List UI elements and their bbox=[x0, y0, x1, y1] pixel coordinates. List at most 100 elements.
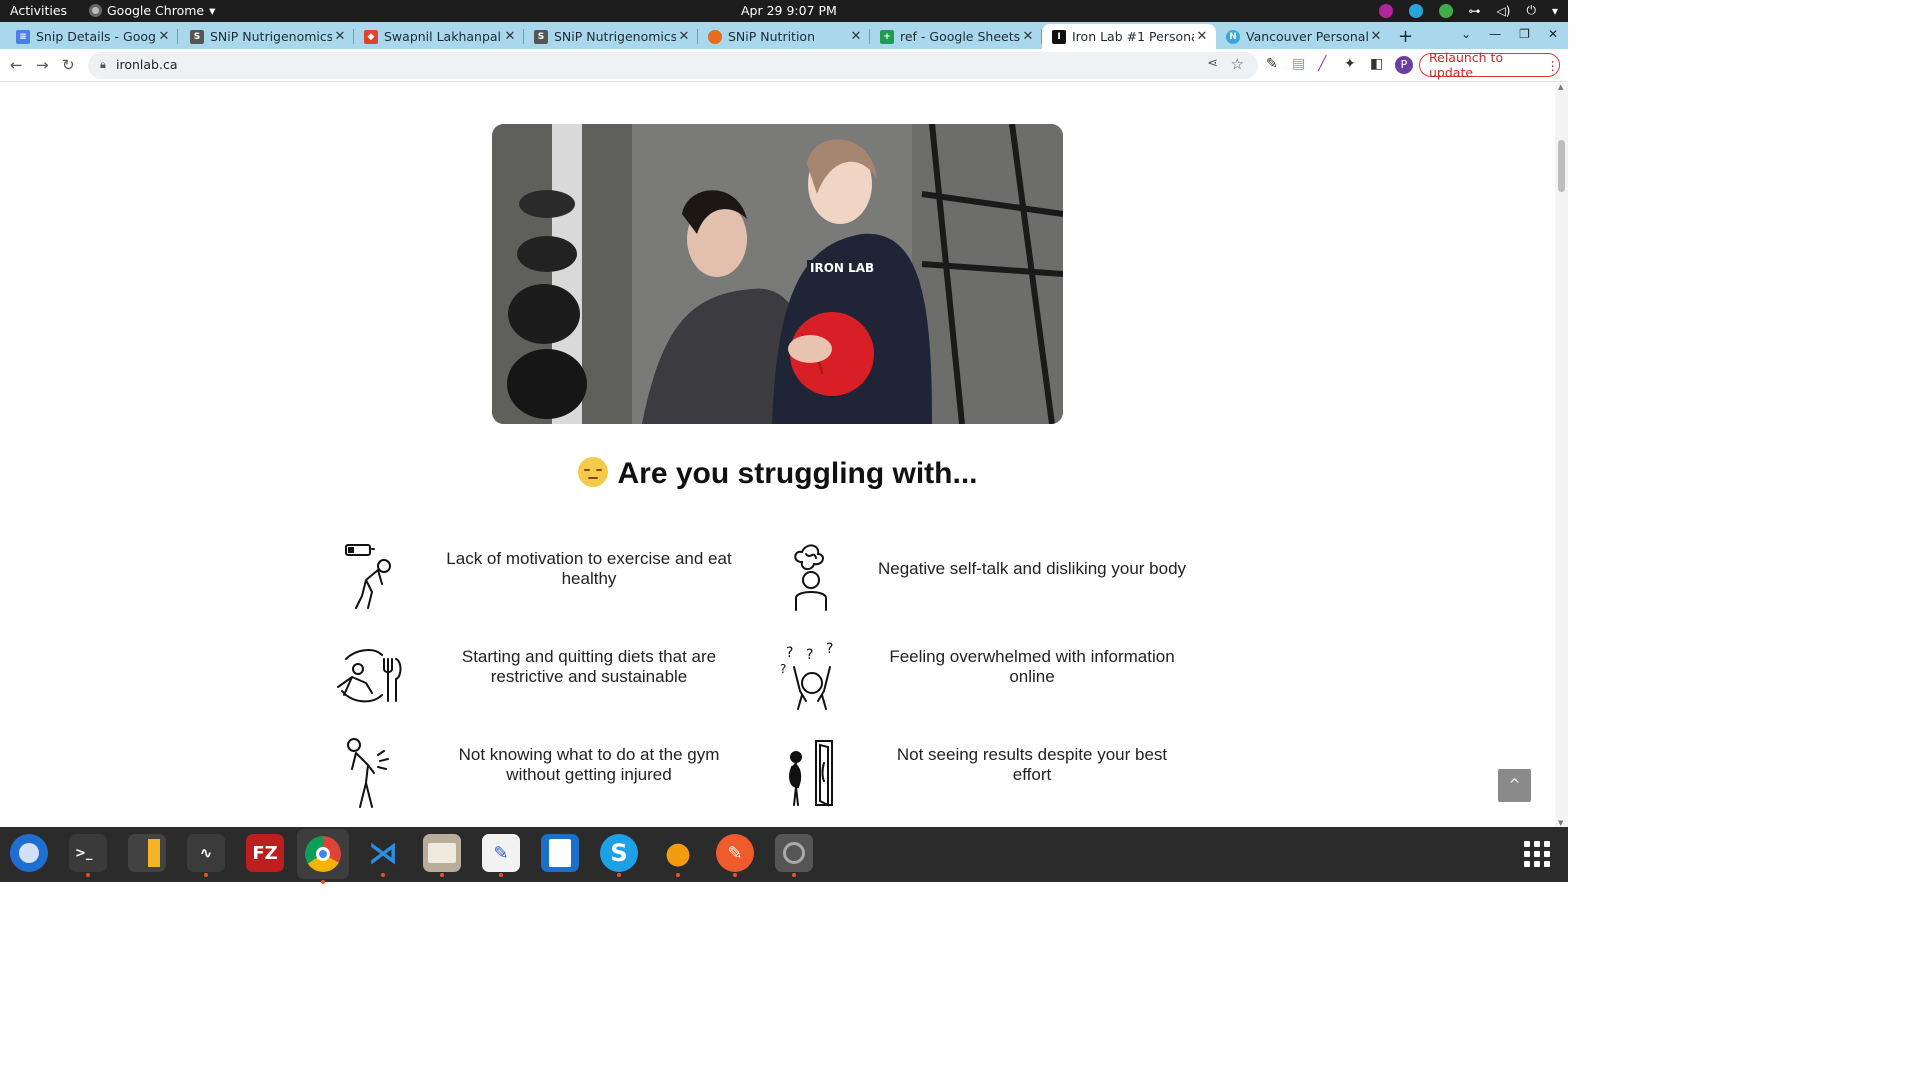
close-window-icon[interactable]: ✕ bbox=[1548, 27, 1558, 41]
power-icon[interactable]: ⏻ bbox=[1526, 3, 1536, 18]
bookmark-star-icon[interactable]: ☆ bbox=[1231, 55, 1244, 73]
address-bar[interactable]: 🔒︎ ironlab.ca ⋖ ☆ bbox=[88, 52, 1258, 79]
caret-down-icon: ▾ bbox=[209, 3, 216, 18]
tab-title: Snip Details - Google bbox=[36, 29, 156, 44]
tray-app-icon[interactable] bbox=[1378, 3, 1393, 18]
tab-title: ref - Google Sheets bbox=[900, 29, 1020, 44]
confused-person-icon: ? ? ? ? bbox=[780, 641, 833, 710]
back-icon[interactable]: ← bbox=[10, 56, 23, 74]
reload-icon[interactable]: ↻ bbox=[62, 56, 75, 74]
svg-text:?: ? bbox=[806, 647, 813, 663]
network-icon[interactable]: ⊶ bbox=[1469, 4, 1481, 18]
share-icon[interactable]: ⋖ bbox=[1207, 56, 1218, 71]
eyedropper-extension-icon[interactable]: ✎ bbox=[1266, 56, 1278, 72]
tab-vancouver[interactable]: N Vancouver Personal T ✕ bbox=[1216, 24, 1390, 49]
side-panel-icon[interactable]: ◧ bbox=[1370, 56, 1383, 72]
scrollbar-thumb[interactable] bbox=[1558, 140, 1565, 192]
tab-iron-lab[interactable]: I Iron Lab #1 Personal ✕ bbox=[1042, 24, 1216, 49]
close-icon[interactable]: ✕ bbox=[332, 29, 348, 44]
tray-sync-icon[interactable] bbox=[1408, 3, 1423, 18]
tangled-thoughts-icon bbox=[794, 544, 827, 611]
diet-cycle-icon bbox=[337, 649, 402, 703]
low-battery-person-icon bbox=[345, 544, 391, 609]
tab-gitlab[interactable]: ◆ Swapnil Lakhanpal / S ✕ bbox=[354, 24, 524, 49]
tab-google-sheets[interactable]: + ref - Google Sheets ✕ bbox=[870, 24, 1042, 49]
close-icon[interactable]: ✕ bbox=[1368, 29, 1384, 44]
tab-snip-nutrition[interactable]: SNiP Nutrition ✕ bbox=[698, 24, 870, 49]
new-tab-button[interactable]: + bbox=[1398, 26, 1413, 47]
gitlab-icon: ◆ bbox=[364, 29, 378, 44]
tab-title: SNiP Nutrition bbox=[728, 29, 815, 44]
clock[interactable]: Apr 29 9:07 PM bbox=[741, 3, 837, 18]
app-menu[interactable]: Google Chrome ▾ bbox=[89, 3, 215, 18]
restore-icon[interactable]: ❐ bbox=[1519, 27, 1530, 41]
terminal-icon[interactable]: >_ bbox=[69, 834, 107, 877]
tray-caret-icon[interactable]: ▾ bbox=[1552, 4, 1558, 18]
snip-nutrition-icon bbox=[708, 29, 722, 44]
show-applications-icon[interactable] bbox=[1524, 841, 1550, 867]
tab-title: Swapnil Lakhanpal / S bbox=[384, 29, 502, 44]
issue-text: Lack of motivation to exercise and eat h… bbox=[446, 549, 732, 588]
orange-app-icon[interactable]: ● bbox=[659, 834, 697, 877]
scroll-up-icon[interactable]: ▲ bbox=[1558, 83, 1563, 91]
profile-avatar[interactable]: P bbox=[1395, 56, 1413, 74]
pensive-face-icon bbox=[577, 457, 608, 487]
back-to-top-button[interactable]: ^ bbox=[1498, 769, 1531, 802]
heading-text: Are you struggling with... bbox=[617, 457, 978, 490]
close-icon[interactable]: ✕ bbox=[1194, 29, 1210, 44]
files-icon[interactable] bbox=[423, 834, 461, 877]
tab-snip-nutrigenomics-1[interactable]: S SNiP Nutrigenomics A ✕ bbox=[178, 24, 354, 49]
lock-icon[interactable]: 🔒︎ bbox=[100, 58, 106, 72]
snip-icon: S bbox=[190, 29, 204, 44]
tab-search-icon[interactable]: ⌄ bbox=[1461, 27, 1471, 41]
vscode-icon[interactable]: ⋊ bbox=[364, 834, 402, 877]
skype-icon[interactable]: S bbox=[600, 834, 638, 877]
issue-text: Negative self-talk and disliking your bo… bbox=[877, 559, 1187, 578]
scroll-down-icon[interactable]: ▼ bbox=[1558, 819, 1563, 827]
tab-title: Vancouver Personal T bbox=[1246, 29, 1368, 44]
close-icon[interactable]: ✕ bbox=[676, 29, 692, 44]
relaunch-label: Relaunch to update bbox=[1429, 50, 1504, 80]
ironlab-icon: I bbox=[1052, 29, 1066, 44]
close-icon[interactable]: ✕ bbox=[502, 29, 518, 44]
taskbar-dock: >_ ∿ FZ ⋊ ✎ S ● ✎ bbox=[0, 827, 1568, 884]
forward-icon[interactable]: → bbox=[36, 56, 49, 74]
window-controls: ⌄ — ❐ ✕ bbox=[1461, 27, 1558, 41]
minimize-icon[interactable]: — bbox=[1489, 27, 1501, 41]
text-editor-icon[interactable]: ✎ bbox=[482, 834, 520, 877]
relaunch-button[interactable]: Relaunch to update ⋮ bbox=[1419, 50, 1560, 80]
struggling-heading: Are you struggling with... bbox=[0, 457, 1555, 491]
disk-app-icon[interactable] bbox=[775, 834, 813, 877]
system-monitor-icon[interactable]: ∿ bbox=[187, 834, 225, 877]
url-text[interactable]: ironlab.ca bbox=[116, 57, 177, 72]
system-top-bar: Activities Google Chrome ▾ Apr 29 9:07 P… bbox=[0, 0, 1568, 22]
pen-extension-icon[interactable]: ╱ bbox=[1318, 56, 1326, 72]
page-scrollbar[interactable]: ▲ ▼ bbox=[1555, 83, 1568, 827]
tab-snip-nutrigenomics-2[interactable]: S SNiP Nutrigenomics A ✕ bbox=[524, 24, 698, 49]
ironlab-shirt-logo: IRON LAB bbox=[810, 261, 874, 275]
close-icon[interactable]: ✕ bbox=[156, 29, 172, 44]
chrome-dock-icon[interactable] bbox=[297, 829, 349, 884]
thunderbird-icon[interactable] bbox=[10, 834, 48, 872]
pen-app-icon[interactable]: ✎ bbox=[716, 834, 754, 877]
docs-icon: ≡ bbox=[16, 29, 30, 44]
mirror-person-icon bbox=[789, 740, 833, 807]
system-tray[interactable]: ⊶ ◁) ⏻ ▾ bbox=[1378, 3, 1558, 18]
extensions-puzzle-icon[interactable]: ✦ bbox=[1344, 56, 1356, 72]
app-name: Google Chrome bbox=[107, 3, 205, 18]
snip-icon: S bbox=[534, 29, 548, 44]
tab-snip-details[interactable]: ≡ Snip Details - Google ✕ bbox=[0, 24, 178, 49]
activities-button[interactable]: Activities bbox=[10, 3, 67, 18]
libreoffice-writer-icon[interactable] bbox=[541, 834, 579, 872]
calculator-icon[interactable] bbox=[128, 834, 166, 872]
calendar-extension-icon[interactable]: ▤ bbox=[1292, 56, 1305, 72]
close-icon[interactable]: ✕ bbox=[848, 29, 864, 44]
browser-toolbar: ← → ↻ 🔒︎ ironlab.ca ⋖ ☆ ✎ ▤ ╱ ✦ ◧ P Rela… bbox=[0, 49, 1568, 82]
volume-icon[interactable]: ◁) bbox=[1497, 4, 1511, 18]
tray-check-icon[interactable] bbox=[1438, 3, 1453, 18]
filezilla-icon[interactable]: FZ bbox=[246, 834, 284, 872]
tab-strip: ≡ Snip Details - Google ✕ S SNiP Nutrige… bbox=[0, 22, 1568, 49]
close-icon[interactable]: ✕ bbox=[1020, 29, 1036, 44]
hero-photo: IRON LAB bbox=[492, 124, 1063, 424]
issue-text: Starting and quitting diets that are res… bbox=[461, 647, 717, 686]
